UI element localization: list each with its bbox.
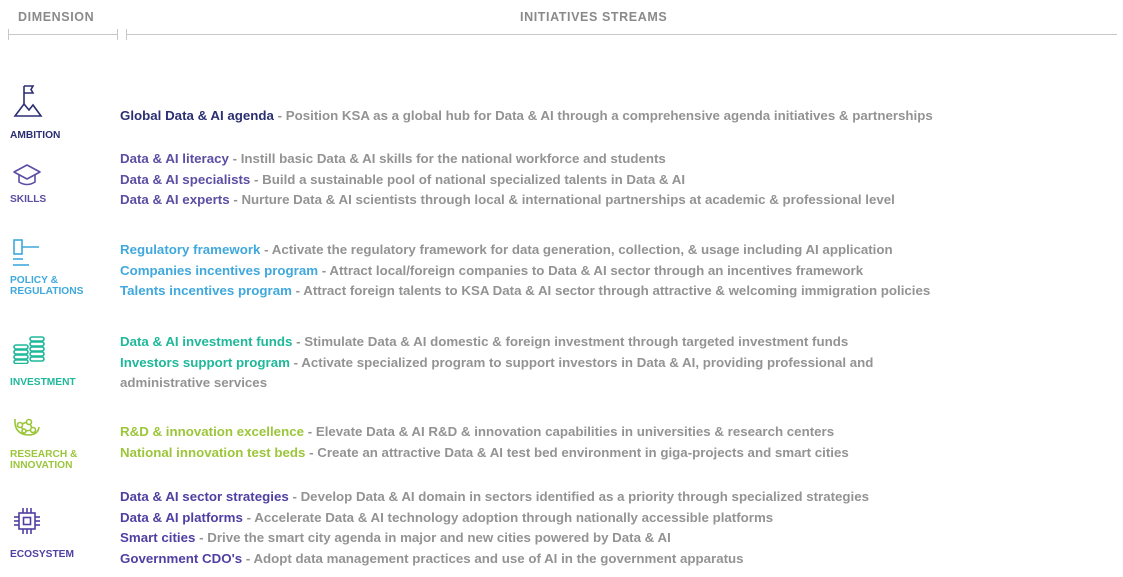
dimension-investment: INVESTMENT	[4, 336, 116, 396]
initiative-line: R&D & innovation excellence - Elevate Da…	[120, 422, 1117, 443]
initiative-line: Talents incentives program - Attract for…	[120, 281, 1117, 302]
initiative-description: - Adopt data management practices and us…	[245, 550, 744, 566]
initiative-line: Data & AI specialists - Build a sustaina…	[120, 170, 1117, 191]
initiative-title: Regulatory framework	[120, 242, 261, 257]
streams-rule	[126, 34, 1117, 35]
research-network-icon	[14, 418, 40, 436]
initiative-line: Regulatory framework - Activate the regu…	[120, 240, 1117, 261]
dimension-skills: SKILLS	[4, 163, 116, 213]
initiative-title: Investors support program	[120, 354, 290, 370]
initiative-title: Data & AI investment funds	[120, 334, 293, 349]
initiative-line: Data & AI experts - Nurture Data & AI sc…	[120, 190, 1117, 211]
initiative-title: Data & AI platforms	[120, 509, 243, 525]
initiative-title: National innovation test beds	[120, 444, 306, 460]
initiative-title: Talents incentives program	[120, 283, 292, 298]
initiative-title: Companies incentives program	[120, 262, 319, 278]
chip-icon	[14, 508, 40, 534]
initiative-title: Data & AI specialists	[120, 171, 251, 187]
coin-stack-icon	[13, 336, 45, 364]
initiatives-ambition: Global Data & AI agenda - Position KSA a…	[120, 106, 1117, 127]
initiative-description: - Elevate Data & AI R&D & innovation cap…	[307, 424, 835, 439]
initiatives-skills: Data & AI literacy - Instill basic Data …	[120, 149, 1117, 211]
initiative-description: - Create an attractive Data & AI test be…	[309, 444, 849, 460]
initiative-description: - Stimulate Data & AI domestic & foreign…	[296, 334, 849, 349]
dimension-label: SKILLS	[10, 194, 47, 205]
dimension-label: RESEARCH & INNOVATION	[10, 449, 78, 471]
dimension-label: ECOSYSTEM	[10, 549, 74, 560]
initiative-description: - Build a sustainable pool of national s…	[254, 171, 686, 187]
initiative-description: - Activate the regulatory framework for …	[264, 242, 893, 257]
initiative-description: - Attract local/foreign companies to Dat…	[321, 262, 864, 278]
dimension-policy-regulations: POLICY & REGULATIONS	[4, 238, 116, 304]
initiative-line: Investors support program - Activate spe…	[120, 353, 880, 394]
dimension-header: DIMENSION	[18, 10, 95, 24]
initiative-title: Data & AI literacy	[120, 151, 229, 166]
graduation-cap-icon	[13, 164, 41, 186]
initiative-line: Data & AI investment funds - Stimulate D…	[120, 332, 1117, 353]
initiative-description: - Develop Data & AI domain in sectors id…	[292, 489, 870, 504]
dimension-rule	[8, 34, 118, 35]
initiative-line: Data & AI sector strategies - Develop Da…	[120, 487, 1117, 508]
rule-tick	[117, 29, 118, 40]
initiative-description: - Drive the smart city agenda in major a…	[199, 530, 671, 545]
dimension-research-innovation: RESEARCH & INNOVATION	[4, 416, 116, 476]
initiative-description: - Accelerate Data & AI technology adopti…	[246, 509, 774, 525]
initiatives-ecosystem: Data & AI sector strategies - Develop Da…	[120, 487, 1117, 569]
initiative-line: Data & AI platforms - Accelerate Data & …	[120, 508, 1117, 529]
dimension-ambition: AMBITION	[4, 84, 116, 144]
initiative-description: - Instill basic Data & AI skills for the…	[232, 151, 666, 166]
initiative-title: Global Data & AI agenda	[120, 108, 274, 123]
initiative-line: National innovation test beds - Create a…	[120, 443, 1117, 464]
initiative-line: Data & AI literacy - Instill basic Data …	[120, 149, 1117, 170]
dimension-label: INVESTMENT	[10, 377, 76, 388]
initiative-title: Data & AI experts	[120, 192, 230, 207]
initiative-line: Smart cities - Drive the smart city agen…	[120, 528, 1117, 549]
rule-tick	[8, 29, 9, 40]
dimension-label: AMBITION	[10, 130, 61, 141]
dimension-label: POLICY & REGULATIONS	[10, 275, 84, 297]
initiative-line: Companies incentives program - Attract l…	[120, 261, 1117, 282]
initiatives-investment: Data & AI investment funds - Stimulate D…	[120, 332, 1117, 394]
initiative-description: - Position KSA as a global hub for Data …	[277, 108, 933, 123]
initiative-title: Government CDO's	[120, 550, 243, 566]
initiative-description: - Nurture Data & AI scientists through l…	[233, 192, 895, 207]
gavel-icon	[13, 239, 39, 266]
initiative-line: Government CDO's - Adopt data management…	[120, 549, 1117, 570]
initiative-description: - Attract foreign talents to KSA Data & …	[295, 283, 931, 298]
flag-mountain-icon	[13, 85, 43, 117]
initiatives-research-innovation: R&D & innovation excellence - Elevate Da…	[120, 422, 1117, 463]
initiative-line: Global Data & AI agenda - Position KSA a…	[120, 106, 1117, 127]
rule-tick	[126, 29, 127, 40]
initiative-title: R&D & innovation excellence	[120, 424, 304, 439]
initiatives-streams-header: INITIATIVES STREAMS	[520, 10, 668, 24]
initiative-title: Smart cities	[120, 530, 196, 545]
dimension-ecosystem: ECOSYSTEM	[4, 506, 116, 566]
initiative-title: Data & AI sector strategies	[120, 489, 289, 504]
initiatives-policy-regulations: Regulatory framework - Activate the regu…	[120, 240, 1117, 302]
